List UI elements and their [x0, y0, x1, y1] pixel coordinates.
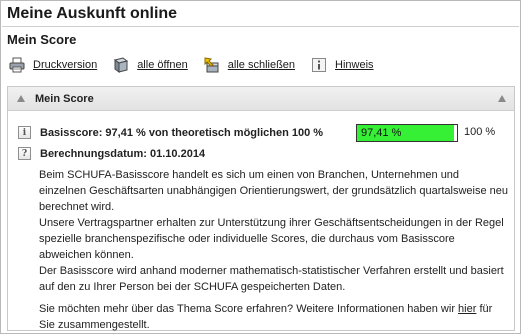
description-text: Beim SCHUFA-Basisscore handelt es sich u…	[39, 167, 509, 333]
title-divider	[2, 26, 519, 27]
help-icon[interactable]: ?	[18, 147, 31, 160]
score-progress-bar: 97,41 %	[356, 124, 458, 142]
date-row: ? Berechnungsdatum: 01.10.2014	[18, 147, 205, 160]
calculation-date-label: Berechnungsdatum: 01.10.2014	[40, 147, 206, 160]
basisscore-label: Basisscore: 97,41 % von theoretisch mögl…	[40, 126, 324, 139]
print-version-link[interactable]: Druckversion	[9, 57, 97, 73]
panel-header[interactable]: Mein Score	[8, 87, 514, 111]
more-info-paragraph: Sie möchten mehr über das Thema Score er…	[39, 301, 509, 333]
print-version-label: Druckversion	[33, 59, 98, 71]
basisscore-row: i Basisscore: 97,41 % von theoretisch mö…	[18, 126, 323, 139]
collapse-toggle-icon[interactable]	[498, 95, 506, 102]
open-all-link[interactable]: alle öffnen	[113, 57, 188, 73]
hint-link[interactable]: Hinweis	[311, 57, 374, 73]
paragraph-1: Beim SCHUFA-Basisscore handelt es sich u…	[39, 169, 509, 213]
score-panel: Mein Score i Basisscore: 97,41 % von the…	[7, 86, 515, 331]
paragraph-2: Unsere Vertragspartner erhalten zur Unte…	[39, 217, 504, 261]
open-all-label: alle öffnen	[137, 59, 188, 71]
window-frame: Meine Auskunft online Mein Score Druckve…	[0, 0, 521, 334]
paragraph-3: Der Basisscore wird anhand moderner math…	[39, 265, 504, 293]
page-title: Mein Score	[7, 32, 77, 47]
close-all-label: alle schließen	[227, 59, 296, 71]
panel-title: Mein Score	[35, 92, 94, 105]
more-info-link[interactable]: hier	[458, 303, 476, 315]
close-all-icon	[204, 57, 220, 73]
close-all-link[interactable]: alle schließen	[204, 57, 295, 73]
open-all-icon	[113, 57, 129, 73]
more-info-text: Sie möchten mehr über das Thema Score er…	[39, 303, 459, 315]
printer-icon	[9, 57, 25, 73]
info-icon	[311, 57, 327, 73]
info-icon[interactable]: i	[18, 126, 31, 139]
hint-label: Hinweis	[335, 59, 374, 71]
collapse-arrow-icon	[17, 95, 25, 102]
score-max-label: 100 %	[464, 126, 496, 138]
toolbar: Druckversion alle öffnen alle schließen …	[9, 56, 390, 74]
score-progress-value: 97,41 %	[361, 127, 402, 139]
app-title: Meine Auskunft online	[7, 5, 178, 22]
